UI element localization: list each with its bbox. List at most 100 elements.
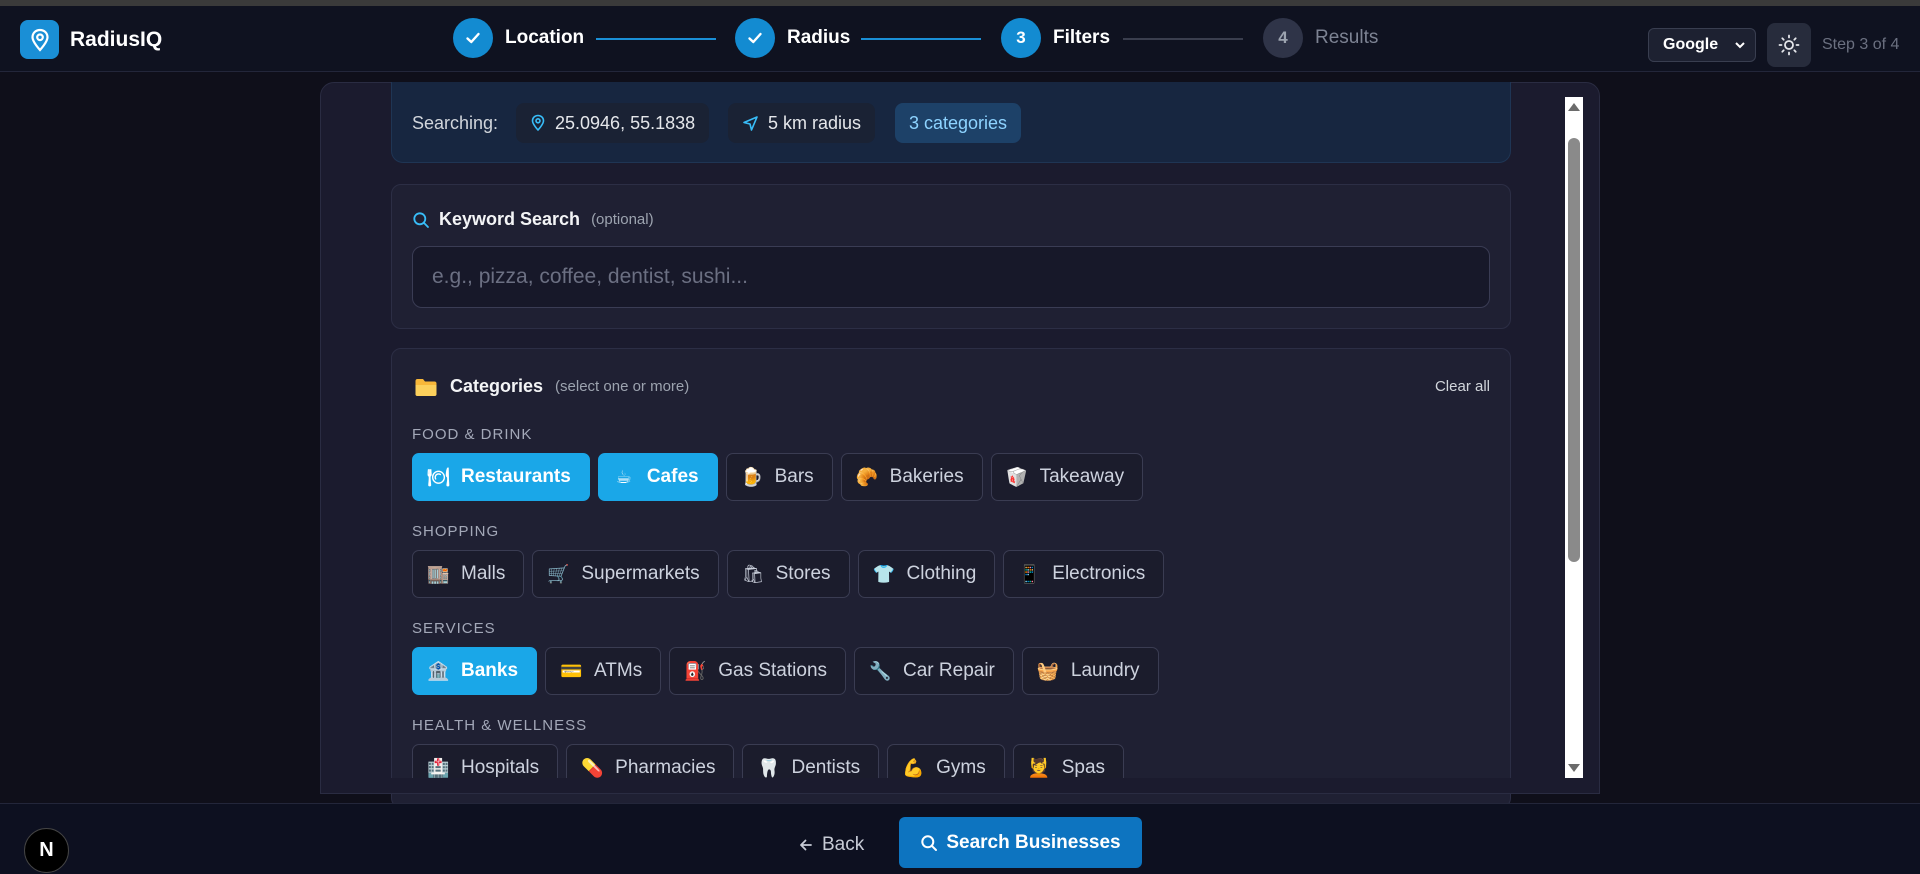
footer-bar: N Back Search Businesses xyxy=(0,803,1920,874)
keyword-optional-hint: (optional) xyxy=(591,211,654,228)
category-gas-stations[interactable]: ⛽ Gas Stations xyxy=(669,647,847,695)
category-label: Takeaway xyxy=(1039,466,1125,487)
step-connector xyxy=(1123,38,1243,40)
searching-label: Searching: xyxy=(412,113,499,133)
coordinates-chip: 25.0946, 55.1838 xyxy=(516,103,710,143)
category-label: Electronics xyxy=(1052,563,1146,584)
section-shopping: SHOPPING xyxy=(412,523,500,540)
scroll-up-icon[interactable] xyxy=(1568,103,1580,111)
step-number: 4 xyxy=(1263,18,1303,58)
credit-card-icon: 💳 xyxy=(560,660,583,682)
section-food-drink: FOOD & DRINK xyxy=(412,426,533,443)
tshirt-icon: 👕 xyxy=(872,563,895,585)
searching-summary: Searching: 25.0946, 55.1838 5 km radius … xyxy=(391,82,1511,163)
arrow-left-icon xyxy=(800,839,812,850)
category-bars[interactable]: 🍺 Bars xyxy=(725,453,833,501)
scrollbar-thumb[interactable] xyxy=(1568,138,1580,562)
category-label: Banks xyxy=(461,660,519,681)
food-drink-row: 🍽 Restaurants ☕ Cafes 🍺 Bars 🥐 Bakeries 🥡 Tak… xyxy=(412,453,1144,501)
keyword-search-input[interactable] xyxy=(412,246,1490,308)
bank-icon: 🏦 xyxy=(427,660,450,682)
step-connector xyxy=(596,38,716,40)
category-label: Cafes xyxy=(646,466,699,487)
category-restaurants[interactable]: 🍽 Restaurants xyxy=(412,453,590,501)
step-number: 3 xyxy=(1001,18,1041,58)
categories-title: Categories xyxy=(450,376,544,396)
back-button[interactable]: Back xyxy=(798,828,864,861)
category-malls[interactable]: 🏬 Malls xyxy=(412,550,525,598)
section-services: SERVICES xyxy=(412,620,496,637)
sun-icon xyxy=(1778,34,1800,56)
category-stores[interactable]: 🛍 Stores xyxy=(726,550,850,598)
category-label: Clothing xyxy=(906,563,977,584)
section-health-wellness: HEALTH & WELLNESS xyxy=(412,717,588,734)
step-results[interactable]: 4 Results xyxy=(1263,18,1378,58)
keyword-search-title: Keyword Search xyxy=(439,209,581,229)
plate-icon: 🍽 xyxy=(427,466,450,488)
shopping-cart-icon: 🛒 xyxy=(547,563,570,585)
navigation-arrow-icon xyxy=(743,115,758,131)
scroll-down-icon[interactable] xyxy=(1568,764,1580,772)
category-label: Laundry xyxy=(1070,660,1140,681)
map-pin-icon xyxy=(531,114,545,132)
massage-icon: 💆 xyxy=(1027,757,1051,779)
shopping-bags-icon: 🛍 xyxy=(741,563,765,585)
step-label: Results xyxy=(1315,27,1379,48)
category-bakeries[interactable]: 🥐 Bakeries xyxy=(840,453,983,501)
chevron-down-icon xyxy=(1735,42,1745,49)
back-label: Back xyxy=(822,833,865,855)
search-icon xyxy=(413,211,429,228)
clear-all-button[interactable]: Clear all xyxy=(1435,378,1490,395)
search-icon xyxy=(921,834,938,851)
tooth-icon: 🦷 xyxy=(757,757,780,779)
search-businesses-label: Search Businesses xyxy=(946,831,1121,853)
category-label: Spas xyxy=(1061,757,1106,778)
app-logo[interactable]: RadiusIQ xyxy=(20,20,162,59)
category-banks[interactable]: 🏦 Banks xyxy=(412,647,538,695)
categories-header: Categories (select one or more) xyxy=(414,376,689,397)
shopping-row: 🏬 Malls 🛒 Supermarkets 🛍 Stores 👕 Clothing 📱… xyxy=(412,550,1165,598)
category-electronics[interactable]: 📱 Electronics xyxy=(1003,550,1165,598)
step-label: Location xyxy=(505,27,585,48)
beer-icon: 🍺 xyxy=(740,466,763,488)
framework-badge[interactable]: N xyxy=(24,828,69,873)
keyword-search-card: Keyword Search (optional) xyxy=(391,184,1511,329)
category-takeaway[interactable]: 🥡 Takeaway xyxy=(990,453,1144,501)
step-radius[interactable]: Radius xyxy=(735,18,850,58)
category-clothing[interactable]: 👕 Clothing xyxy=(857,550,996,598)
check-icon xyxy=(453,18,493,58)
takeout-box-icon: 🥡 xyxy=(1005,466,1028,488)
step-connector xyxy=(861,38,981,40)
step-location[interactable]: Location xyxy=(453,18,584,58)
flexed-bicep-icon: 💪 xyxy=(902,757,925,779)
categories-count: 3 categories xyxy=(909,112,1008,133)
categories-card: Categories (select one or more) Clear al… xyxy=(391,348,1511,808)
step-indicator: Step 3 of 4 xyxy=(1822,36,1900,53)
category-car-repair[interactable]: 🔧 Car Repair xyxy=(854,647,1014,695)
croissant-icon: 🥐 xyxy=(855,466,879,488)
radius-value: 5 km radius xyxy=(768,112,862,133)
provider-select[interactable]: Google xyxy=(1648,28,1756,62)
map-pin-logo-icon xyxy=(20,20,59,59)
app-header: RadiusIQ Location Radius 3 Filters 4 Res… xyxy=(0,6,1920,72)
radius-chip: 5 km radius xyxy=(728,103,876,143)
category-label: ATMs xyxy=(594,660,643,681)
category-atms[interactable]: 💳 ATMs xyxy=(545,647,662,695)
step-filters[interactable]: 3 Filters xyxy=(1001,18,1110,58)
category-label: Gas Stations xyxy=(718,660,828,681)
category-label: Bakeries xyxy=(889,466,964,487)
category-cafes[interactable]: ☕ Cafes xyxy=(597,453,718,501)
category-supermarkets[interactable]: 🛒 Supermarkets xyxy=(532,550,719,598)
theme-toggle-button[interactable] xyxy=(1767,23,1811,67)
categories-hint: (select one or more) xyxy=(555,378,690,395)
step-label: Radius xyxy=(787,27,851,48)
check-icon xyxy=(735,18,775,58)
search-businesses-button[interactable]: Search Businesses xyxy=(899,817,1142,868)
phone-icon: 📱 xyxy=(1018,563,1041,585)
panel-scrollbar[interactable] xyxy=(1565,97,1583,778)
category-label: Supermarkets xyxy=(581,563,700,584)
category-label: Dentists xyxy=(791,757,861,778)
basket-icon: 🧺 xyxy=(1036,660,1060,682)
category-laundry[interactable]: 🧺 Laundry xyxy=(1021,647,1159,695)
categories-count-chip: 3 categories xyxy=(895,103,1022,143)
